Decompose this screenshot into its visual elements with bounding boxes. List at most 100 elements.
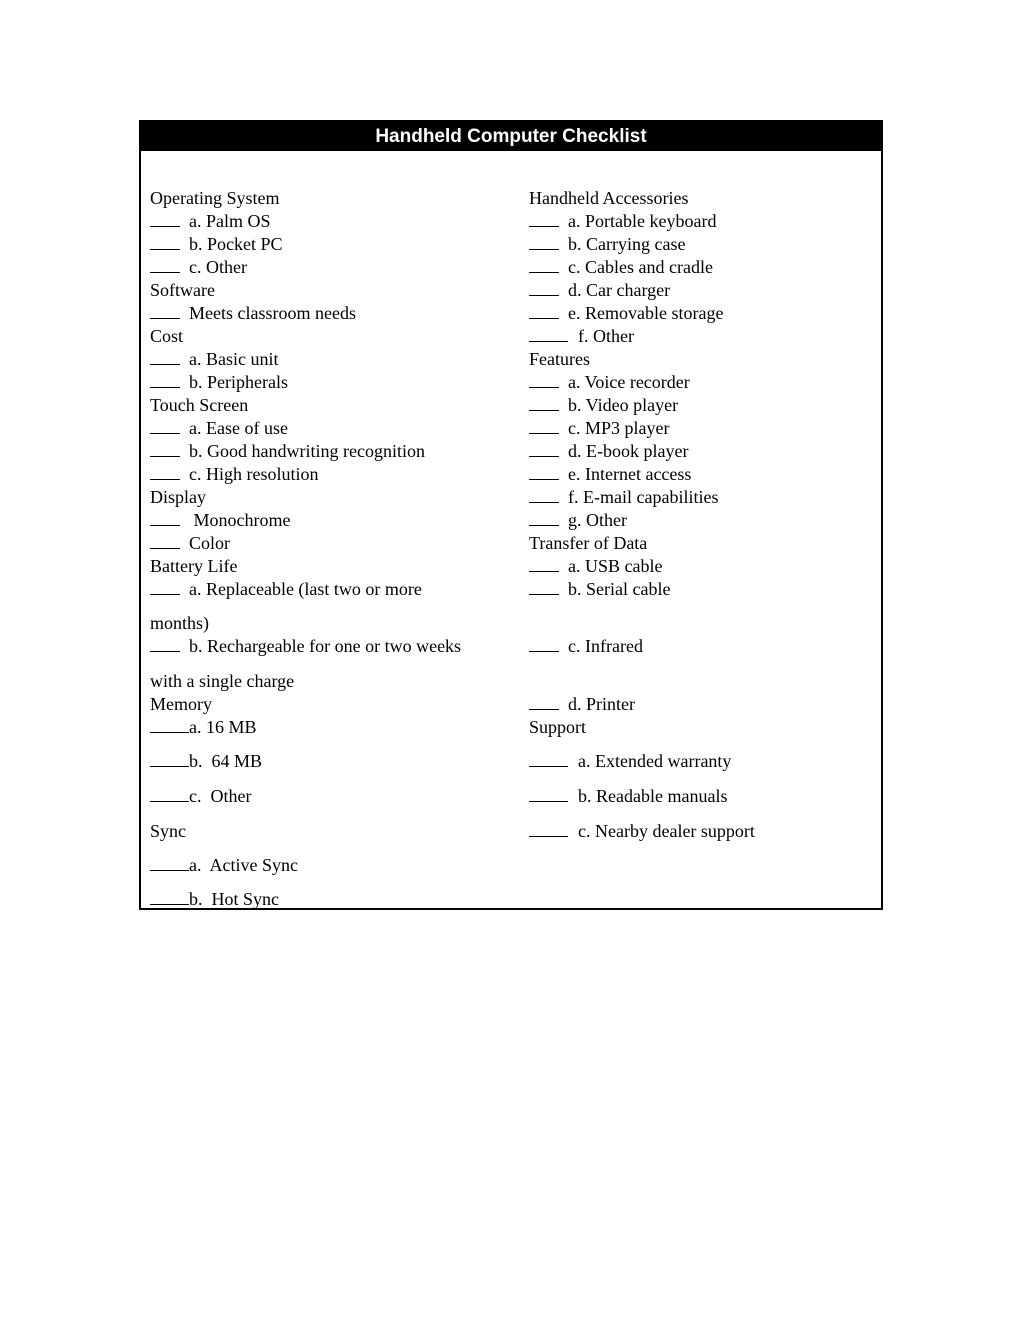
checklist-item: b. Readable manuals [529,785,727,807]
item-label: b. Hot Sync [189,889,279,909]
check-blank[interactable] [150,716,189,733]
check-blank[interactable] [529,256,559,273]
check-blank[interactable] [529,693,559,710]
check-blank[interactable] [529,635,559,652]
item-label: b. Video player [568,395,679,415]
check-blank[interactable] [150,302,180,319]
item-label: b. Rechargeable for one or two weeks [189,636,462,656]
checklist-item: c. High resolution [150,463,318,485]
item-label: Handheld Accessories [529,188,689,208]
checklist-item: e. Internet access [529,463,691,485]
check-blank[interactable] [150,210,180,227]
checklist-item: d. E-book player [529,440,688,462]
item-label: a. Voice recorder [568,372,690,392]
checklist-item: c. Other [150,785,251,807]
checklist-item: a. Portable keyboard [529,210,716,232]
checklist-item: c. Infrared [529,635,643,657]
checklist-item: Color [150,532,230,554]
item-label: Touch Screen [150,395,249,415]
item-label: e. Internet access [568,464,692,484]
checklist-item: Monochrome [150,509,290,531]
section-heading: Support [529,716,586,738]
item-label: b. 64 MB [189,751,263,771]
check-blank[interactable] [150,750,189,767]
check-blank[interactable] [150,578,180,595]
section-heading: Display [150,486,206,508]
checklist-item: c. Other [150,256,247,278]
checklist-item: b. Good handwriting recognition [150,440,425,462]
checklist-item: b. Pocket PC [150,233,283,255]
item-label: e. Removable storage [568,303,724,323]
item-label: c. Cables and cradle [568,257,713,277]
item-label: b. Readable manuals [578,786,728,806]
item-continuation: months) [150,612,209,634]
item-label: c. Nearby dealer support [578,821,755,841]
check-blank[interactable] [150,635,180,652]
check-blank[interactable] [529,486,559,503]
check-blank[interactable] [150,440,180,457]
check-blank[interactable] [150,532,180,549]
checklist-item: a. Replaceable (last two or more [150,578,422,600]
checklist-item: b. Peripherals [150,371,288,393]
item-label: a. Portable keyboard [568,211,717,231]
check-blank[interactable] [529,463,559,480]
check-blank[interactable] [150,233,180,250]
check-blank[interactable] [529,233,559,250]
check-blank[interactable] [529,750,568,767]
checklist-item: b. Carrying case [529,233,685,255]
item-label: Color [189,533,231,553]
item-label: d. Printer [568,694,635,714]
item-label: a. Extended warranty [578,751,732,771]
item-label: a. USB cable [568,556,663,576]
item-label: c. Infrared [568,636,643,656]
check-blank[interactable] [529,210,559,227]
checklist-item: c. Cables and cradle [529,256,713,278]
checklist-item: a. Ease of use [150,417,288,439]
section-heading: Battery Life [150,555,237,577]
check-blank[interactable] [150,417,180,434]
checklist-item: b. Video player [529,394,678,416]
check-blank[interactable] [529,279,559,296]
check-blank[interactable] [150,854,189,871]
check-blank[interactable] [529,555,559,572]
check-blank[interactable] [150,371,180,388]
check-blank[interactable] [150,348,180,365]
check-blank[interactable] [150,888,189,905]
check-blank[interactable] [529,440,559,457]
check-blank[interactable] [150,509,180,526]
item-label: f. E-mail capabilities [568,487,719,507]
item-continuation: with a single charge [150,670,294,692]
check-blank[interactable] [529,509,559,526]
checklist-item: a. Basic unit [150,348,278,370]
check-blank[interactable] [529,578,559,595]
item-label: b. Peripherals [189,372,288,392]
check-blank[interactable] [150,463,180,480]
item-label: Meets classroom needs [189,303,356,323]
item-label: b. Good handwriting recognition [189,441,425,461]
checklist-item: b. Rechargeable for one or two weeks [150,635,461,657]
checklist-item: c. MP3 player [529,417,669,439]
item-label: f. Other [578,326,634,346]
check-blank[interactable] [529,302,559,319]
check-blank[interactable] [529,820,568,837]
item-label: a. Basic unit [189,349,279,369]
section-heading: Features [529,348,590,370]
check-blank[interactable] [150,256,180,273]
checklist-item: e. Removable storage [529,302,723,324]
check-blank[interactable] [529,785,568,802]
check-blank[interactable] [150,785,189,802]
item-label: Display [150,487,206,507]
item-label: Memory [150,694,212,714]
check-blank[interactable] [529,417,559,434]
checklist-title: Handheld Computer Checklist [139,120,883,151]
check-blank[interactable] [529,325,568,342]
check-blank[interactable] [529,371,559,388]
checklist-item: a. Extended warranty [529,750,731,772]
item-label: c. Other [189,786,252,806]
checklist-item: a. Palm OS [150,210,271,232]
checklist-item: a. Voice recorder [529,371,690,393]
check-blank[interactable] [529,394,559,411]
item-label: a. Palm OS [189,211,271,231]
item-label: Operating System [150,188,280,208]
item-label: Support [529,717,587,737]
